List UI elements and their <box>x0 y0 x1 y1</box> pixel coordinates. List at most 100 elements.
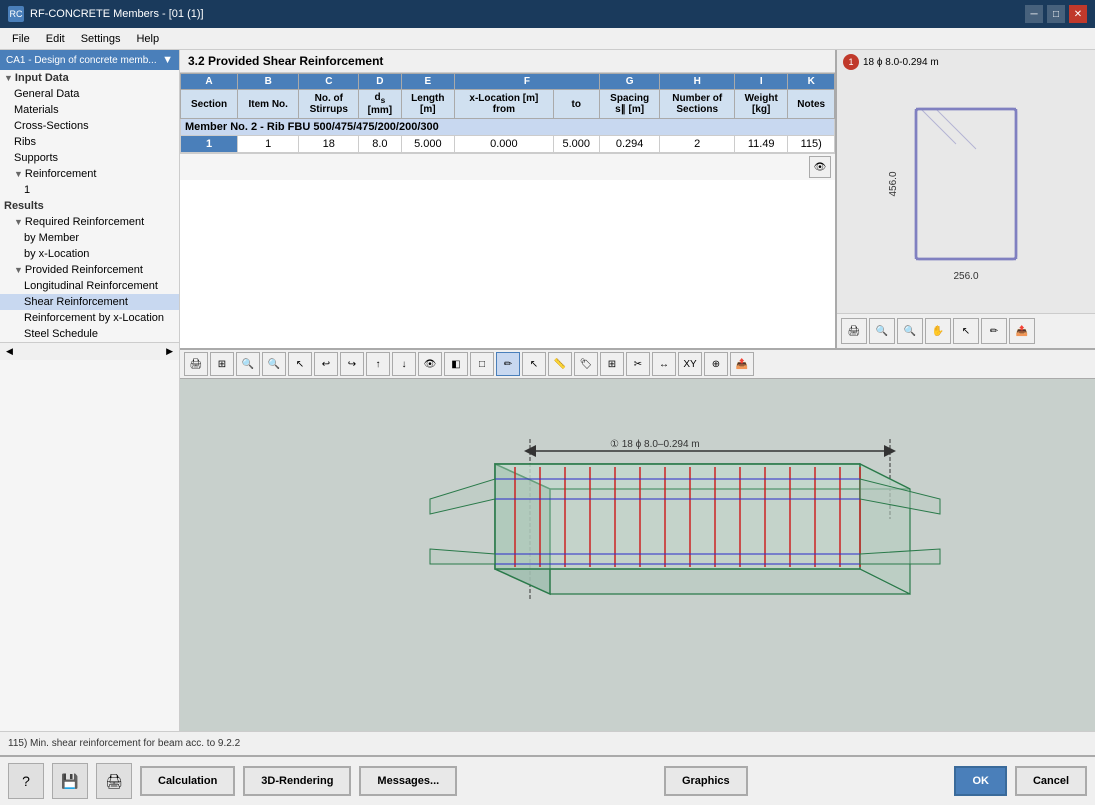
rendering-button[interactable]: 3D-Rendering <box>243 766 351 796</box>
cs-pencil-button[interactable]: ✏ <box>981 318 1007 344</box>
cell-section: 1 <box>181 136 238 153</box>
menu-bar: File Edit Settings Help <box>0 28 1095 50</box>
sidebar-item-general-data[interactable]: General Data <box>0 86 179 102</box>
gt-dimension-button[interactable]: ↔ <box>652 352 676 376</box>
right-panel: 3.2 Provided Shear Reinforcement A B C D… <box>180 50 1095 731</box>
gt-rotate-up-button[interactable]: ↑ <box>366 352 390 376</box>
col-k-header: K <box>788 74 835 90</box>
col-h-header: H <box>660 74 735 90</box>
cs-drawing: 256.0 456.0 <box>837 74 1095 313</box>
cs-label-area: 1 18 ϕ 8.0-0.294 m <box>837 50 1095 74</box>
cs-print-button[interactable]: 🖨 <box>841 318 867 344</box>
sidebar-item-input-data[interactable]: ▼Input Data <box>0 70 179 86</box>
sidebar-item-materials[interactable]: Materials <box>0 102 179 118</box>
gt-pencil-button[interactable]: ✏ <box>496 352 520 376</box>
sub-num-sections: Number ofSections <box>660 90 735 119</box>
sidebar-item-reinforcement[interactable]: ▼Reinforcement <box>0 166 179 182</box>
cs-zoom-out-button[interactable]: 🔍 <box>897 318 923 344</box>
save-icon-button[interactable]: 💾 <box>52 763 88 799</box>
sidebar-item-results[interactable]: Results <box>0 198 179 214</box>
menu-settings[interactable]: Settings <box>73 31 129 47</box>
cross-section-svg: 256.0 456.0 <box>886 94 1046 294</box>
expand-icon: ▼ <box>4 73 13 83</box>
gt-side-button[interactable]: ◧ <box>444 352 468 376</box>
cell-length: 5.000 <box>401 136 455 153</box>
table-sub-header: Section Item No. No. ofStirrups ds[mm] L… <box>181 90 835 119</box>
sidebar-item-required-reinforcement[interactable]: ▼Required Reinforcement <box>0 214 179 230</box>
print-icon-button[interactable]: 🖨 <box>96 763 132 799</box>
gt-rotate-left-button[interactable]: ↩ <box>314 352 338 376</box>
sidebar-item-by-member[interactable]: by Member <box>0 230 179 246</box>
sidebar-item-provided-reinforcement[interactable]: ▼Provided Reinforcement <box>0 262 179 278</box>
cs-export-button[interactable]: 📤 <box>1009 318 1035 344</box>
graphics-section: 🖨 ⊞ 🔍 🔍 ↖ ↩ ↪ ↑ ↓ 👁 ◧ □ ✏ ↖ 📏 🏷 ⊞ ✂ ↔ XY <box>180 350 1095 731</box>
graphics-button[interactable]: Graphics <box>664 766 748 796</box>
sidebar-item-shear-reinforcement[interactable]: Shear Reinforcement <box>0 294 179 310</box>
sidebar-dropdown[interactable]: CA1 - Design of concrete memb... <box>6 55 157 66</box>
data-table: A B C D E F G H I K <box>180 73 835 153</box>
table-section: 3.2 Provided Shear Reinforcement A B C D… <box>180 50 1095 350</box>
sidebar-item-steel-schedule[interactable]: Steel Schedule <box>0 326 179 342</box>
cs-zoom-in-button[interactable]: 🔍 <box>869 318 895 344</box>
gt-front-button[interactable]: □ <box>470 352 494 376</box>
cell-item-no: 1 <box>238 136 299 153</box>
svg-text:① 18 ϕ 8.0–0.294 m: ① 18 ϕ 8.0–0.294 m <box>610 439 700 450</box>
cell-ds: 8.0 <box>359 136 401 153</box>
cs-select-button[interactable]: ↖ <box>953 318 979 344</box>
sidebar-scroll-controls: ◀ ▶ <box>0 342 179 360</box>
scroll-right-button[interactable]: ▶ <box>162 345 177 358</box>
sub-no-of-stirrups: No. ofStirrups <box>299 90 359 119</box>
status-text: 115) Min. shear reinforcement for beam a… <box>8 738 240 749</box>
view-toggle-button[interactable]: 👁 <box>809 156 831 178</box>
gt-zoom-out-button[interactable]: 🔍 <box>262 352 286 376</box>
sidebar-item-reinforcement-by-x-location[interactable]: Reinforcement by x-Location <box>0 310 179 326</box>
gt-rotate-right-button[interactable]: ↪ <box>340 352 364 376</box>
col-e-header: E <box>401 74 455 90</box>
messages-button[interactable]: Messages... <box>359 766 457 796</box>
scroll-left-button[interactable]: ◀ <box>2 345 17 358</box>
gt-view-button[interactable]: 👁 <box>418 352 442 376</box>
close-button[interactable]: ✕ <box>1069 5 1087 23</box>
cs-toolbar: 🖨 🔍 🔍 ✋ ↖ ✏ 📤 <box>837 313 1095 348</box>
sidebar-item-reinforcement-1[interactable]: 1 <box>0 182 179 198</box>
graphics-canvas[interactable]: ① 18 ϕ 8.0–0.294 m <box>180 379 1095 731</box>
calculation-button[interactable]: Calculation <box>140 766 235 796</box>
gt-section-button[interactable]: ✂ <box>626 352 650 376</box>
minimize-button[interactable]: ─ <box>1025 5 1043 23</box>
ok-button[interactable]: OK <box>954 766 1007 796</box>
sidebar-item-ribs[interactable]: Ribs <box>0 134 179 150</box>
gt-coord-button[interactable]: XY <box>678 352 702 376</box>
menu-edit[interactable]: Edit <box>38 31 73 47</box>
gt-grid-button[interactable]: ⊞ <box>600 352 624 376</box>
help-icon-button[interactable]: ? <box>8 763 44 799</box>
sidebar-item-cross-sections[interactable]: Cross-Sections <box>0 118 179 134</box>
gt-label-button[interactable]: 🏷 <box>574 352 598 376</box>
expand-icon: ▼ <box>14 217 23 227</box>
gt-export2-button[interactable]: 📤 <box>730 352 754 376</box>
gt-snap-button[interactable]: ⊕ <box>704 352 728 376</box>
menu-file[interactable]: File <box>4 31 38 47</box>
sidebar-dropdown-arrow[interactable]: ▼ <box>162 54 173 66</box>
menu-help[interactable]: Help <box>128 31 167 47</box>
gt-cursor-button[interactable]: ↖ <box>522 352 546 376</box>
sub-notes: Notes <box>788 90 835 119</box>
member-row-label: Member No. 2 - Rib FBU 500/475/475/200/2… <box>181 119 835 136</box>
cs-pan-button[interactable]: ✋ <box>925 318 951 344</box>
gt-zoom-all-button[interactable]: ⊞ <box>210 352 234 376</box>
gt-zoom-in-button[interactable]: 🔍 <box>236 352 260 376</box>
table-row[interactable]: 1 1 18 8.0 5.000 0.000 5.000 0.294 2 11.… <box>181 136 835 153</box>
cancel-button[interactable]: Cancel <box>1015 766 1087 796</box>
sidebar-item-longitudinal-reinforcement[interactable]: Longitudinal Reinforcement <box>0 278 179 294</box>
maximize-button[interactable]: □ <box>1047 5 1065 23</box>
sidebar-header[interactable]: CA1 - Design of concrete memb... ▼ <box>0 50 179 70</box>
gt-select-button[interactable]: ↖ <box>288 352 312 376</box>
cross-section-panel: 1 18 ϕ 8.0-0.294 m <box>835 50 1095 348</box>
gt-print-button[interactable]: 🖨 <box>184 352 208 376</box>
window-controls[interactable]: ─ □ ✕ <box>1025 5 1087 23</box>
title-bar: RC RF-CONCRETE Members - [01 (1)] ─ □ ✕ <box>0 0 1095 28</box>
table-title: 3.2 Provided Shear Reinforcement <box>180 50 835 73</box>
gt-rotate-down-button[interactable]: ↓ <box>392 352 416 376</box>
sidebar-item-supports[interactable]: Supports <box>0 150 179 166</box>
sidebar-item-by-x-location[interactable]: by x-Location <box>0 246 179 262</box>
gt-measure-button[interactable]: 📏 <box>548 352 572 376</box>
